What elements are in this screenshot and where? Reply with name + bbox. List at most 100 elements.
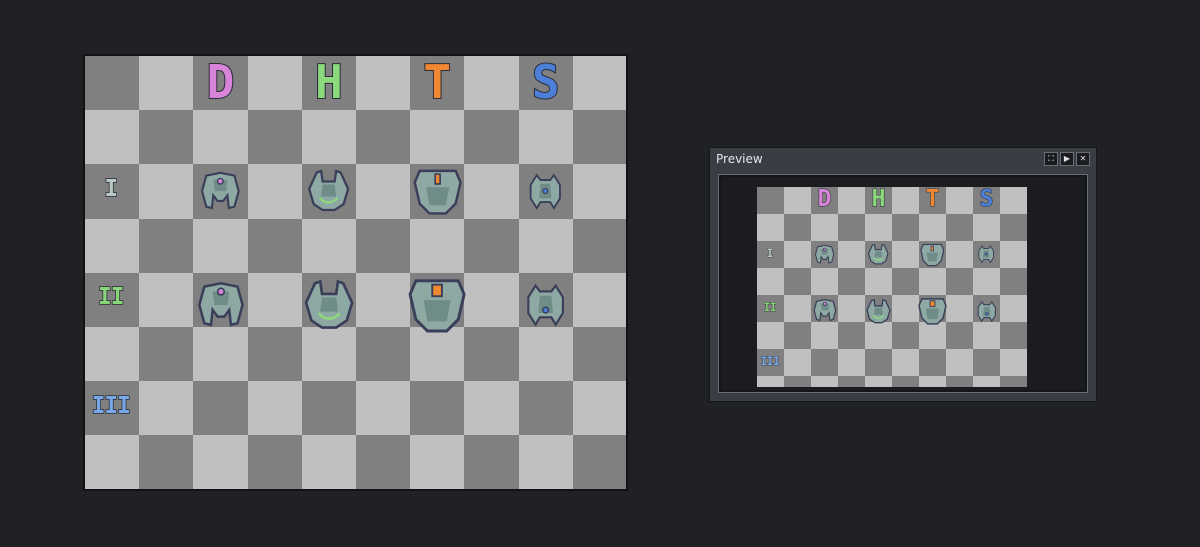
preview-checker-cell: [838, 268, 865, 295]
checker-cell: [356, 218, 411, 273]
checker-cell: [139, 56, 194, 111]
checker-cell: [464, 164, 519, 219]
checker-cell: [518, 327, 573, 382]
checker-cell: [301, 381, 356, 436]
preview-checker-cell: [946, 187, 973, 214]
preview-checker-cell: [784, 187, 811, 214]
checker-cell: [193, 110, 248, 165]
preview-checker-cell: [1000, 187, 1027, 214]
preview-checker-cell: [757, 268, 784, 295]
preview-checker-cell: [973, 376, 1000, 387]
preview-checker-cell: [1000, 268, 1027, 295]
checker-cell: [139, 164, 194, 219]
preview-checker-cell: [838, 322, 865, 349]
hunter-sprite-ii: [300, 278, 358, 333]
checker-cell: [572, 272, 626, 327]
preview-column-header: D: [817, 187, 832, 213]
checker-cell: [464, 381, 519, 436]
preview-checker-cell: [811, 322, 838, 349]
preview-checker-cell: [757, 214, 784, 241]
preview-checker-cell: [946, 349, 973, 376]
checker-cell: [572, 218, 626, 273]
column-header: S: [531, 54, 561, 109]
preview-checker-cell: [838, 241, 865, 268]
close-button[interactable]: ✕: [1076, 152, 1090, 166]
preview-checker-cell: [1000, 349, 1027, 376]
sprite-sheet-canvas[interactable]: D H T S I II III: [83, 54, 628, 491]
checker-cell: [572, 435, 626, 489]
checker-cell: [572, 164, 626, 219]
preview-checker-cell: [784, 214, 811, 241]
preview-checker-cell: [946, 241, 973, 268]
play-button[interactable]: ▶: [1060, 152, 1074, 166]
preview-checker-cell: [811, 214, 838, 241]
column-header: T: [422, 54, 452, 109]
preview-checker-cell: [892, 214, 919, 241]
fullscreen-button[interactable]: ⛶: [1044, 152, 1058, 166]
preview-checker-cell: [865, 322, 892, 349]
preview-checker-cell: [865, 376, 892, 387]
preview-checker-cell: [757, 322, 784, 349]
tank-sprite-ii: [408, 275, 466, 335]
preview-column-header: T: [925, 187, 940, 213]
preview-panel: Preview ⛶ ▶ ✕ D H T S I II III: [709, 147, 1097, 402]
preview-checker-cell: [838, 214, 865, 241]
preview-checker-cell: [919, 376, 946, 387]
checker-cell: [85, 218, 140, 273]
checker-cell: [572, 327, 626, 382]
preview-checker-cell: [838, 295, 865, 322]
preview-checker-cell: [838, 187, 865, 214]
checker-cell: [356, 110, 411, 165]
preview-checker-cell: [919, 214, 946, 241]
preview-checker-cell: [973, 268, 1000, 295]
preview-checker-cell: [865, 268, 892, 295]
preview-checker-cell: [973, 322, 1000, 349]
preview-checker-cell: [1000, 376, 1027, 387]
preview-viewport: D H T S I II III: [718, 174, 1088, 393]
checker-cell: [356, 381, 411, 436]
checker-cell: [464, 272, 519, 327]
preview-checker-cell: [1000, 214, 1027, 241]
checker-cell: [301, 327, 356, 382]
checker-cell: [85, 56, 140, 111]
checker-cell: [464, 327, 519, 382]
checker-cell: [464, 56, 519, 111]
preview-checker-cell: [784, 376, 811, 387]
preview-checker-cell: [811, 268, 838, 295]
preview-canvas[interactable]: D H T S I II III: [757, 187, 1029, 387]
checker-cell: [139, 327, 194, 382]
preview-tank-sprite-i: [920, 242, 945, 267]
checker-cell: [85, 435, 140, 489]
preview-row-label: III: [760, 353, 780, 368]
preview-checker-cell: [784, 349, 811, 376]
preview-checker-cell: [865, 349, 892, 376]
drone-sprite-i: [195, 170, 246, 214]
checker-cell: [247, 381, 302, 436]
checker-cell: [139, 218, 194, 273]
checker-cell: [572, 56, 626, 111]
preview-checker-cell: [865, 214, 892, 241]
preview-checker-cell: [919, 268, 946, 295]
preview-checker-cell: [946, 295, 973, 322]
checker-cell: [193, 218, 248, 273]
preview-title: Preview: [716, 152, 763, 166]
checker-cell: [247, 110, 302, 165]
preview-row-label: II: [763, 299, 777, 314]
checker-cell: [193, 381, 248, 436]
preview-checker-cell: [946, 214, 973, 241]
preview-checker-cell: [757, 376, 784, 387]
preview-scout-sprite-ii: [976, 297, 998, 326]
column-header: D: [206, 54, 236, 109]
row-label: I: [104, 175, 119, 202]
preview-checker-cell: [973, 214, 1000, 241]
drone-sprite-ii: [191, 280, 251, 332]
preview-checker-cell: [811, 376, 838, 387]
preview-hunter-sprite-i: [866, 243, 891, 266]
checker-cell: [572, 381, 626, 436]
checker-cell: [518, 218, 573, 273]
checker-cell: [85, 327, 140, 382]
checker-cell: [247, 164, 302, 219]
checker-cell: [301, 110, 356, 165]
preview-checker-cell: [973, 349, 1000, 376]
checker-cell: [247, 327, 302, 382]
